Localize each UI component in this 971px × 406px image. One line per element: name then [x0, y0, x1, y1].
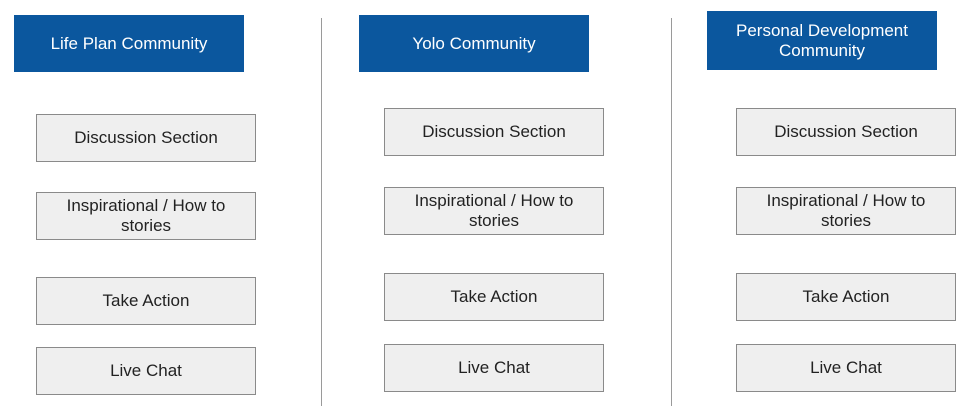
column-divider [671, 18, 672, 406]
take-action-box[interactable]: Take Action [36, 277, 256, 325]
community-header-personal-development[interactable]: Personal Development Community [707, 11, 937, 70]
column-divider [321, 18, 322, 406]
live-chat-box[interactable]: Live Chat [384, 344, 604, 392]
column-personal-development-community: Personal Development Community Discussio… [707, 0, 956, 406]
community-header-yolo[interactable]: Yolo Community [359, 15, 589, 72]
take-action-box[interactable]: Take Action [384, 273, 604, 321]
take-action-box[interactable]: Take Action [736, 273, 956, 321]
column-yolo-community: Yolo Community Discussion Section Inspir… [359, 0, 604, 406]
community-header-life-plan[interactable]: Life Plan Community [14, 15, 244, 72]
column-life-plan-community: Life Plan Community Discussion Section I… [14, 0, 256, 406]
live-chat-box[interactable]: Live Chat [36, 347, 256, 395]
discussion-section-box[interactable]: Discussion Section [736, 108, 956, 156]
discussion-section-box[interactable]: Discussion Section [36, 114, 256, 162]
inspirational-stories-box[interactable]: Inspirational / How to stories [36, 192, 256, 240]
live-chat-box[interactable]: Live Chat [736, 344, 956, 392]
inspirational-stories-box[interactable]: Inspirational / How to stories [736, 187, 956, 235]
inspirational-stories-box[interactable]: Inspirational / How to stories [384, 187, 604, 235]
discussion-section-box[interactable]: Discussion Section [384, 108, 604, 156]
